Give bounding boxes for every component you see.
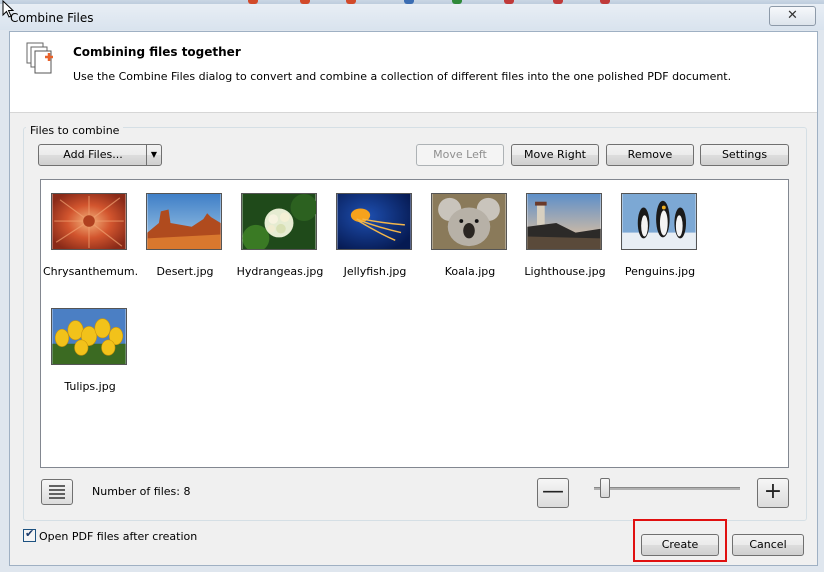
move-right-button[interactable]: Move Right — [511, 144, 599, 166]
add-files-button[interactable]: Add Files... ▼ — [38, 144, 162, 166]
file-name: Chrysanthemum... — [43, 265, 137, 278]
chrysanthemum-thumbnail — [51, 193, 127, 250]
minus-icon: — — [542, 479, 564, 504]
file-name: Tulips.jpg — [64, 380, 116, 393]
title-bar: Combine Files ✕ — [0, 4, 824, 30]
file-name: Lighthouse.jpg — [524, 265, 606, 278]
remove-button[interactable]: Remove — [606, 144, 694, 166]
koala-thumbnail — [431, 193, 507, 250]
list-view-icon — [49, 485, 65, 499]
checkmark-icon: ✔ — [25, 527, 35, 540]
plus-icon: + — [763, 479, 783, 504]
add-files-label: Add Files... — [63, 148, 123, 161]
zoom-slider[interactable] — [594, 487, 740, 490]
hydrangeas-thumbnail — [241, 193, 317, 250]
combine-files-dialog: Combining files together Use the Combine… — [9, 31, 818, 566]
file-name: Jellyfish.jpg — [343, 265, 407, 278]
file-item[interactable]: Lighthouse.jpg — [518, 193, 612, 293]
file-count: Number of files: 8 — [92, 485, 191, 498]
open-after-creation-option[interactable]: ✔ Open PDF files after creation — [23, 527, 198, 543]
desert-thumbnail — [146, 193, 222, 250]
file-item[interactable]: Desert.jpg — [138, 193, 232, 293]
header-title: Combining files together — [73, 45, 241, 59]
zoom-out-button[interactable]: — — [537, 478, 569, 508]
open-after-creation-label: Open PDF files after creation — [39, 530, 198, 543]
chevron-down-icon[interactable]: ▼ — [146, 145, 161, 165]
window-title: Combine Files — [10, 11, 94, 25]
jellyfish-thumbnail — [336, 193, 412, 250]
file-item[interactable]: Hydrangeas.jpg — [233, 193, 327, 293]
file-item[interactable]: Koala.jpg — [423, 193, 517, 293]
list-view-button[interactable] — [41, 479, 73, 505]
file-name: Desert.jpg — [156, 265, 214, 278]
lighthouse-thumbnail — [526, 193, 602, 250]
zoom-in-button[interactable]: + — [757, 478, 789, 508]
file-list[interactable]: Chrysanthemum... Desert.jpg Hydrangeas.j… — [40, 179, 789, 468]
zoom-slider-thumb[interactable] — [599, 478, 610, 498]
move-left-button[interactable]: Move Left — [416, 144, 504, 166]
file-item[interactable]: Tulips.jpg — [43, 308, 137, 408]
settings-button[interactable]: Settings — [700, 144, 789, 166]
file-item[interactable]: Jellyfish.jpg — [328, 193, 422, 293]
files-group-label: Files to combine — [26, 124, 124, 137]
combine-files-icon — [26, 42, 53, 74]
close-icon: ✕ — [787, 8, 798, 23]
file-name: Hydrangeas.jpg — [236, 265, 324, 278]
open-after-creation-checkbox[interactable]: ✔ — [23, 527, 36, 542]
close-button[interactable]: ✕ — [769, 6, 816, 26]
tulips-thumbnail — [51, 308, 127, 365]
file-item[interactable]: Penguins.jpg — [613, 193, 707, 293]
header-description: Use the Combine Files dialog to convert … — [73, 70, 732, 83]
file-name: Koala.jpg — [444, 265, 496, 278]
mouse-pointer-icon — [2, 0, 14, 18]
file-item[interactable]: Chrysanthemum... — [43, 193, 137, 293]
file-name: Penguins.jpg — [624, 265, 696, 278]
penguins-thumbnail — [621, 193, 697, 250]
dialog-header: Combining files together Use the Combine… — [10, 32, 817, 113]
cancel-button[interactable]: Cancel — [732, 534, 804, 556]
create-highlight-box — [633, 519, 727, 562]
